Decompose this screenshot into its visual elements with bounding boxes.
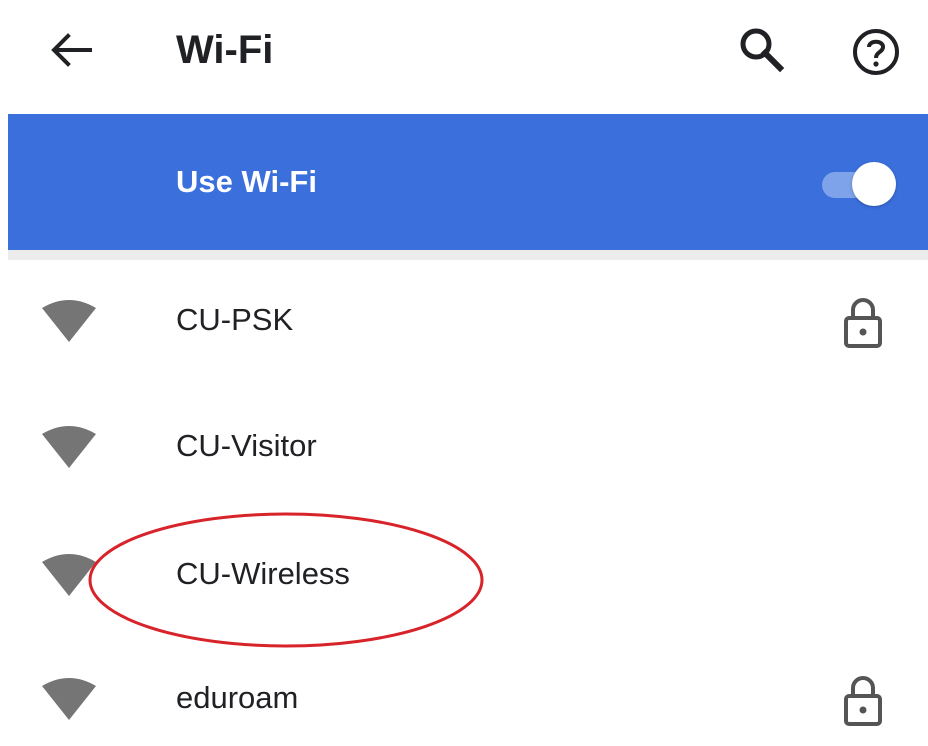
lock-icon (844, 676, 882, 726)
wifi-signal-icon (42, 300, 96, 342)
network-name: CU-Visitor (176, 428, 317, 463)
toggle-thumb (852, 162, 896, 206)
use-wifi-toggle[interactable] (814, 162, 898, 206)
app-bar: Wi-Fi (0, 0, 928, 114)
help-circle-icon (853, 29, 899, 75)
wifi-signal-icon (42, 554, 96, 596)
network-name: CU-Wireless (176, 556, 350, 591)
network-row-cu-visitor[interactable]: CU-Visitor (0, 386, 928, 512)
lock-icon (844, 298, 882, 348)
divider (8, 250, 928, 260)
wifi-signal-icon (42, 426, 96, 468)
network-row-cu-wireless[interactable]: CU-Wireless (0, 514, 928, 640)
search-icon (740, 28, 785, 73)
back-button[interactable] (44, 22, 100, 78)
arrow-back-icon (51, 33, 92, 67)
wifi-signal-icon (42, 678, 96, 720)
use-wifi-label: Use Wi-Fi (176, 164, 317, 199)
wifi-settings-screen: Wi-Fi Use Wi-Fi CU-PSK CU-Visitor CU-Wir… (0, 0, 928, 746)
network-name: eduroam (176, 680, 299, 715)
search-button[interactable] (734, 22, 790, 78)
network-name: CU-PSK (176, 302, 294, 337)
use-wifi-row[interactable]: Use Wi-Fi (8, 114, 928, 250)
network-row-cu-psk[interactable]: CU-PSK (0, 260, 928, 386)
help-button[interactable] (846, 22, 906, 82)
network-row-eduroam[interactable]: eduroam (0, 638, 928, 746)
page-title: Wi-Fi (176, 28, 274, 72)
